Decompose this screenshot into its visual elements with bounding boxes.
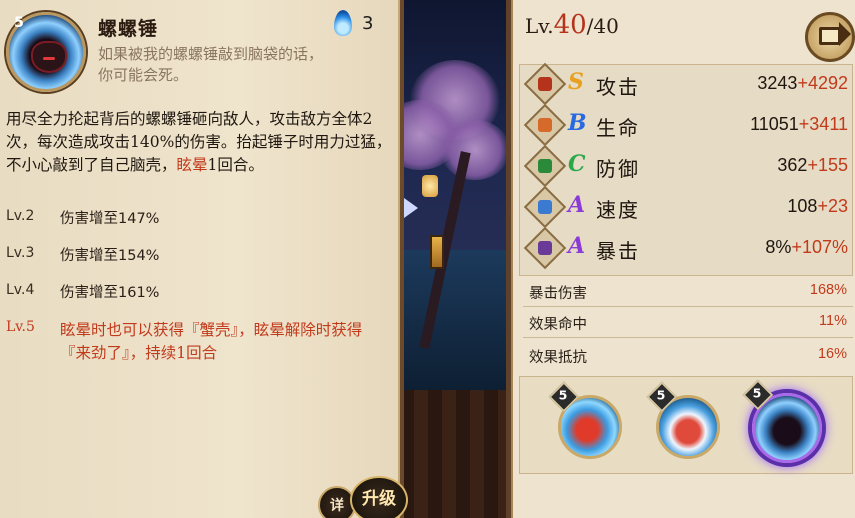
skill-name: 螺螺锤	[98, 18, 159, 40]
stat-base: 362	[777, 155, 808, 175]
return-arrow-icon	[819, 22, 851, 46]
stat-bonus: +155	[807, 155, 848, 175]
quote-line-1: 如果被我的螺螺锤敲到脑袋的话，	[98, 45, 324, 63]
skill-level-text: 5	[14, 15, 24, 31]
skill-detail-panel: 5 螺螺锤 3 如果被我的螺螺锤敲到脑袋的话， 你可能会死。 用尽全力抡起背后的…	[0, 0, 408, 518]
divider	[523, 337, 853, 338]
upgrade-level: Lv.3	[6, 245, 35, 261]
attack-icon	[523, 62, 567, 106]
level-current: 40	[553, 10, 587, 40]
stat-row-crit: A 暴击 8%+107%	[520, 226, 852, 270]
upgrade-button[interactable]: 升级	[350, 476, 408, 518]
skill-level-text: 5	[558, 388, 568, 404]
health-icon	[523, 103, 567, 147]
upgrade-text: 伤害增至154%	[60, 248, 160, 264]
stat-name: 生命	[596, 116, 640, 140]
skill-level-text: 5	[752, 386, 762, 402]
skill-level-badge: 5	[745, 382, 768, 405]
stat-base: 11051	[750, 114, 799, 134]
expand-arrow-icon[interactable]	[404, 198, 418, 218]
stat-name: 暴击	[596, 239, 640, 263]
stat-grade: S	[568, 69, 584, 95]
desc-keyword-stun[interactable]: 眩晕	[177, 156, 208, 174]
sub-stat-name: 效果抵抗	[529, 350, 587, 366]
stat-value: 11051+3411	[750, 114, 848, 135]
stat-grade: C	[568, 151, 586, 177]
level-max: /40	[586, 14, 619, 38]
stats-panel: Lv.40/40 S 攻击 3243+4292 B 生命 11051+3411 …	[506, 0, 855, 518]
crit-icon	[523, 226, 567, 270]
stat-name: 速度	[596, 198, 640, 222]
stat-row-defense: C 防御 362+155	[520, 144, 852, 188]
stat-value: 362+155	[777, 155, 848, 176]
stat-grade: A	[568, 192, 586, 218]
upgrade-level: Lv.5	[6, 319, 35, 335]
stat-value: 3243+4292	[757, 73, 848, 94]
sub-stat-effect-resist: 效果抵抗 16%	[523, 343, 853, 369]
stat-base: 3243	[757, 73, 798, 93]
skill-level-badge: 5	[551, 384, 574, 407]
upgrade-row: Lv.4 伤害增至161%	[6, 282, 398, 319]
stat-base: 8%	[765, 237, 792, 257]
upgrade-row: Lv.3 伤害增至154%	[6, 245, 398, 282]
speed-icon	[523, 185, 567, 229]
upgrade-text: 伤害增至147%	[60, 211, 160, 227]
stat-bonus: +23	[817, 196, 848, 216]
sub-stat-value: 168%	[809, 282, 847, 298]
level-prefix: Lv.	[525, 14, 554, 38]
stat-value: 108+23	[787, 196, 848, 217]
stat-name: 攻击	[596, 75, 640, 99]
skill-level-badge: 5	[649, 384, 672, 407]
stat-bonus: +4292	[797, 73, 848, 93]
stat-row-speed: A 速度 108+23	[520, 185, 852, 229]
stat-row-health: B 生命 11051+3411	[520, 103, 852, 147]
sub-stat-effect-hit: 效果命中 11%	[523, 310, 853, 336]
main-stats: S 攻击 3243+4292 B 生命 11051+3411 C 防御 362+…	[519, 62, 853, 276]
upgrade-row: Lv.2 伤害增至147%	[6, 208, 398, 245]
quote-line-2: 你可能会死。	[98, 66, 189, 84]
skill-description: 用尽全力抡起背后的螺螺锤砸向敌人，攻击敌方全体2次，每次造成攻击140%的伤害。…	[6, 108, 398, 177]
shikigami-level: Lv.40/40	[525, 10, 619, 40]
stat-bonus: +107%	[791, 237, 848, 257]
upgrade-level: Lv.4	[6, 282, 35, 298]
upgrade-text: 眩晕时也可以获得『蟹壳』，眩晕解除时获得『来劲了』，持续1回合	[60, 321, 363, 362]
skill-quote: 如果被我的螺螺锤敲到脑袋的话， 你可能会死。	[98, 44, 388, 86]
stat-grade: A	[568, 233, 586, 259]
upgrade-level: Lv.2	[6, 208, 35, 224]
sub-stat-name: 暴击伤害	[529, 286, 587, 302]
lantern-post-icon	[430, 235, 444, 269]
divider	[523, 306, 853, 307]
skill-cost: 3	[362, 13, 374, 34]
desc-text-end: 1回合。	[207, 156, 264, 174]
stat-row-attack: S 攻击 3243+4292	[520, 62, 852, 106]
stat-name: 防御	[596, 157, 640, 181]
sub-stat-crit-damage: 暴击伤害 168%	[523, 279, 853, 305]
skill-level-text: 5	[656, 388, 666, 404]
defense-icon	[523, 144, 567, 188]
return-button[interactable]	[805, 12, 855, 62]
background-scene	[400, 0, 510, 518]
sub-stat-value: 11%	[819, 313, 847, 329]
stat-base: 108	[787, 196, 818, 216]
sub-stat-value: 16%	[817, 346, 847, 362]
upgrade-list: Lv.2 伤害增至147% Lv.3 伤害增至154% Lv.4 伤害增至161…	[6, 208, 398, 379]
lantern-icon	[422, 175, 438, 197]
upgrade-row-max: Lv.5 眩晕时也可以获得『蟹壳』，眩晕解除时获得『来劲了』，持续1回合	[6, 319, 398, 379]
stat-bonus: +3411	[798, 114, 848, 134]
skill-slots: 5 5 5	[519, 376, 853, 474]
skill-level-badge: 5	[6, 10, 32, 36]
stat-value: 8%+107%	[765, 237, 848, 258]
upgrade-text: 伤害增至161%	[60, 285, 160, 301]
stat-grade: B	[568, 110, 587, 136]
sub-stat-name: 效果命中	[529, 317, 587, 333]
ghost-fire-icon	[334, 10, 352, 36]
